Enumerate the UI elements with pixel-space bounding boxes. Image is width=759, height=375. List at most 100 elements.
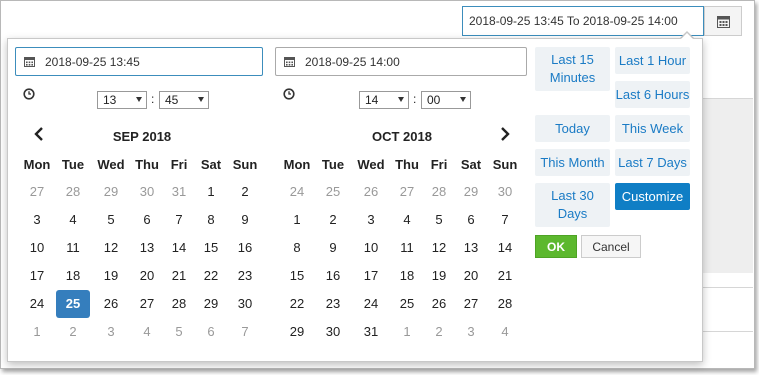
calendar-day[interactable]: 16	[316, 262, 350, 290]
calendar-day[interactable]: 19	[94, 262, 128, 290]
calendar-day[interactable]: 8	[280, 234, 314, 262]
calendar-day[interactable]: 24	[280, 178, 314, 206]
calendar-day[interactable]: 21	[162, 262, 196, 290]
calendar-day[interactable]: 5	[162, 318, 196, 346]
calendar-day[interactable]: 24	[354, 290, 388, 318]
range-customize-button[interactable]: Customize	[615, 183, 690, 210]
range-last-30-days-button[interactable]: Last 30 Days	[535, 183, 610, 227]
calendar-day[interactable]: 19	[422, 262, 456, 290]
calendar-day[interactable]: 26	[354, 178, 388, 206]
calendar-day[interactable]: 6	[130, 206, 164, 234]
calendar-day[interactable]: 1	[280, 206, 314, 234]
calendar-day[interactable]: 23	[228, 262, 262, 290]
calendar-day[interactable]: 28	[422, 178, 456, 206]
calendar-day[interactable]: 1	[194, 178, 228, 206]
cancel-button[interactable]: Cancel	[581, 235, 641, 258]
calendar-day[interactable]: 18	[56, 262, 90, 290]
calendar-day[interactable]: 3	[354, 206, 388, 234]
calendar-day[interactable]: 26	[94, 290, 128, 318]
calendar-day[interactable]: 30	[488, 178, 522, 206]
calendar-day[interactable]: 1	[390, 318, 424, 346]
calendar-day[interactable]: 29	[454, 178, 488, 206]
calendar-day[interactable]: 15	[194, 234, 228, 262]
start-minute-select[interactable]: 45	[159, 91, 209, 109]
calendar-day[interactable]: 30	[228, 290, 262, 318]
calendar-day[interactable]: 25	[390, 290, 424, 318]
calendar-day[interactable]: 31	[162, 178, 196, 206]
calendar-day[interactable]: 7	[488, 206, 522, 234]
calendar-day[interactable]: 6	[194, 318, 228, 346]
calendar-day[interactable]: 6	[454, 206, 488, 234]
calendar-day[interactable]: 4	[390, 206, 424, 234]
calendar-day[interactable]: 25	[316, 178, 350, 206]
calendar-day[interactable]: 7	[162, 206, 196, 234]
calendar-day[interactable]: 12	[94, 234, 128, 262]
calendar-day[interactable]: 29	[280, 318, 314, 346]
calendar-day[interactable]: 12	[422, 234, 456, 262]
range-last-1-hour-button[interactable]: Last 1 Hour	[615, 47, 690, 74]
calendar-day[interactable]: 31	[354, 318, 388, 346]
calendar-day[interactable]: 17	[20, 262, 54, 290]
calendar-day[interactable]: 15	[280, 262, 314, 290]
calendar-day[interactable]: 27	[20, 178, 54, 206]
start-date-field[interactable]: 2018-09-25 13:45	[15, 47, 263, 76]
calendar-day[interactable]: 11	[390, 234, 424, 262]
calendar-day[interactable]: 24	[20, 290, 54, 318]
calendar-day[interactable]: 14	[162, 234, 196, 262]
calendar-day[interactable]: 27	[454, 290, 488, 318]
range-last-15-minutes-button[interactable]: Last 15 Minutes	[535, 47, 610, 91]
calendar-day[interactable]: 30	[316, 318, 350, 346]
end-date-field[interactable]: 2018-09-25 14:00	[275, 47, 527, 76]
calendar-day[interactable]: 10	[354, 234, 388, 262]
calendar-day[interactable]: 2	[228, 178, 262, 206]
calendar-day[interactable]: 8	[194, 206, 228, 234]
calendar-day[interactable]: 17	[354, 262, 388, 290]
calendar-day[interactable]: 11	[56, 234, 90, 262]
calendar-day[interactable]: 2	[316, 206, 350, 234]
calendar-day[interactable]: 28	[488, 290, 522, 318]
calendar-day[interactable]: 16	[228, 234, 262, 262]
calendar-day[interactable]: 2	[422, 318, 456, 346]
calendar-day[interactable]: 10	[20, 234, 54, 262]
calendar-day[interactable]: 4	[488, 318, 522, 346]
calendar-day[interactable]: 29	[194, 290, 228, 318]
calendar-day[interactable]: 5	[422, 206, 456, 234]
calendar-day[interactable]: 4	[56, 206, 90, 234]
range-last-6-hours-button[interactable]: Last 6 Hours	[615, 81, 690, 108]
calendar-day[interactable]: 23	[316, 290, 350, 318]
calendar-day[interactable]: 30	[130, 178, 164, 206]
range-last-7-days-button[interactable]: Last 7 Days	[615, 149, 690, 176]
calendar-day[interactable]: 3	[94, 318, 128, 346]
calendar-day[interactable]: 13	[130, 234, 164, 262]
date-range-input[interactable]: 2018-09-25 13:45 To 2018-09-25 14:00	[462, 6, 704, 36]
calendar-day[interactable]: 27	[390, 178, 424, 206]
range-this-week-button[interactable]: This Week	[615, 115, 690, 142]
start-hour-select[interactable]: 13	[97, 91, 147, 109]
calendar-day[interactable]: 2	[56, 318, 90, 346]
calendar-day[interactable]: 29	[94, 178, 128, 206]
calendar-day[interactable]: 14	[488, 234, 522, 262]
end-minute-select[interactable]: 00	[421, 91, 471, 109]
calendar-day[interactable]: 20	[454, 262, 488, 290]
calendar-day[interactable]: 13	[454, 234, 488, 262]
calendar-day[interactable]: 9	[228, 206, 262, 234]
calendar-day[interactable]: 28	[56, 178, 90, 206]
calendar-day[interactable]: 3	[20, 206, 54, 234]
calendar-day[interactable]: 3	[454, 318, 488, 346]
range-this-month-button[interactable]: This Month	[535, 149, 610, 176]
calendar-day[interactable]: 27	[130, 290, 164, 318]
calendar-day[interactable]: 1	[20, 318, 54, 346]
calendar-day[interactable]: 4	[130, 318, 164, 346]
calendar-day[interactable]: 20	[130, 262, 164, 290]
selected-day[interactable]: 25	[56, 290, 90, 318]
calendar-day[interactable]: 26	[422, 290, 456, 318]
calendar-day[interactable]: 22	[280, 290, 314, 318]
calendar-toggle-button[interactable]	[704, 6, 742, 36]
calendar-day[interactable]: 7	[228, 318, 262, 346]
range-today-button[interactable]: Today	[535, 115, 610, 142]
calendar-day[interactable]: 5	[94, 206, 128, 234]
calendar-day[interactable]: 22	[194, 262, 228, 290]
calendar-day[interactable]: 28	[162, 290, 196, 318]
ok-button[interactable]: OK	[535, 235, 577, 258]
calendar-day[interactable]: 18	[390, 262, 424, 290]
